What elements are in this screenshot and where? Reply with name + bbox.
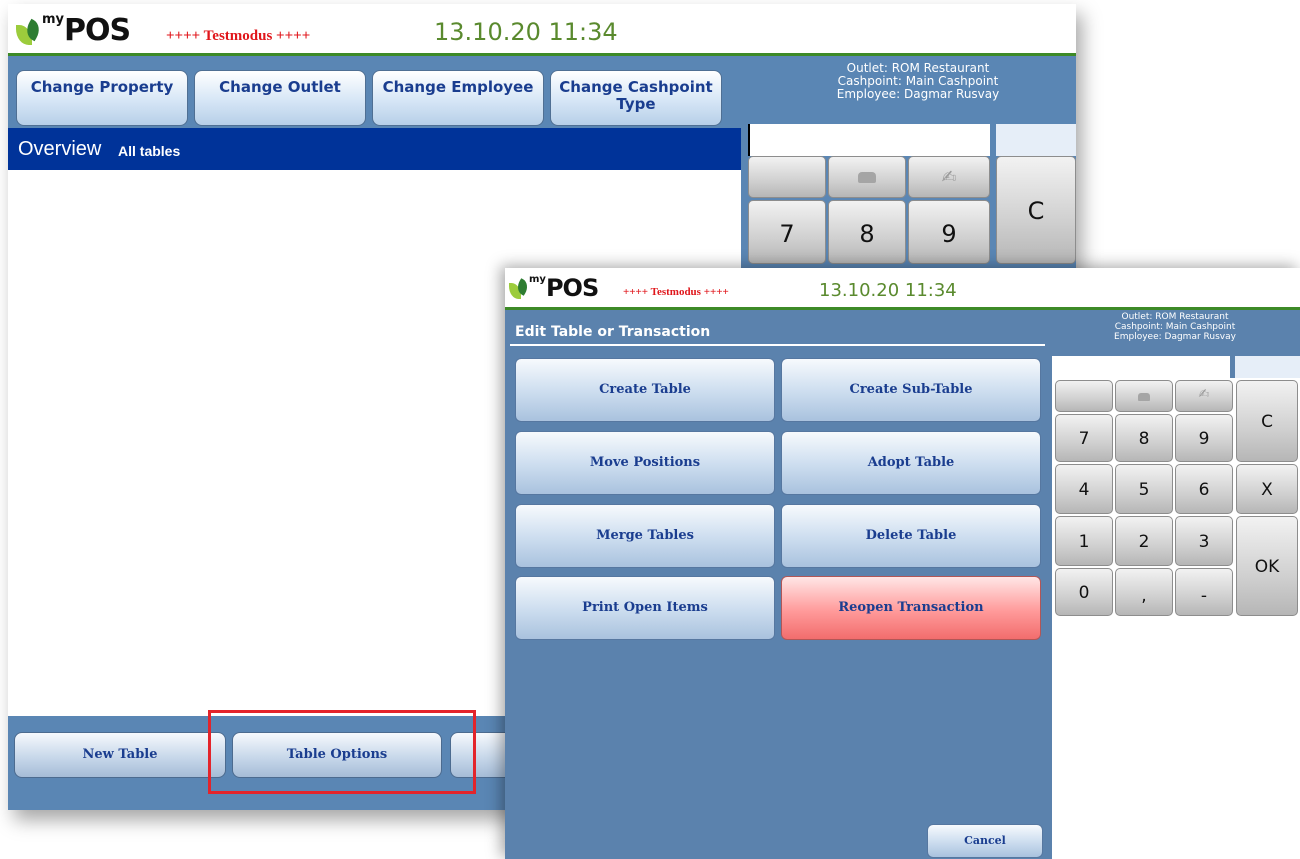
dialog-key-9[interactable]: 9 bbox=[1175, 414, 1233, 462]
logo-name: POS bbox=[64, 13, 131, 48]
move-positions-button[interactable]: Move Positions bbox=[515, 431, 775, 495]
dialog-title: Edit Table or Transaction bbox=[515, 324, 711, 340]
dialog-ok-key[interactable]: OK bbox=[1236, 516, 1298, 616]
header-bar: my POS ++++ Testmodus ++++ 13.10.20 11:3… bbox=[8, 4, 1076, 56]
dialog-outlet-info: Outlet: ROM Restaurant bbox=[1121, 312, 1229, 322]
blank-key[interactable] bbox=[748, 156, 826, 198]
dialog-testmode-label: ++++ Testmodus ++++ bbox=[623, 286, 729, 298]
dialog-key-2[interactable]: 2 bbox=[1115, 516, 1173, 566]
dialog-cancel-key[interactable]: X bbox=[1236, 464, 1298, 514]
cancel-button[interactable]: Cancel bbox=[927, 824, 1043, 858]
dialog-employee-info: Employee: Dagmar Rusvay bbox=[1114, 332, 1236, 342]
guest-key[interactable] bbox=[828, 156, 906, 198]
change-outlet-button[interactable]: Change Outlet bbox=[194, 70, 366, 126]
dialog-logo-prefix: my bbox=[529, 274, 546, 285]
dialog-key-6[interactable]: 6 bbox=[1175, 464, 1233, 514]
dialog-hand-icon: ✍ bbox=[1198, 387, 1210, 402]
person-icon bbox=[858, 172, 876, 183]
dialog-key-8[interactable]: 8 bbox=[1115, 414, 1173, 462]
overview-filter: All tables bbox=[118, 143, 181, 159]
key-7[interactable]: 7 bbox=[748, 200, 826, 264]
dialog-person-icon bbox=[1138, 393, 1150, 401]
screen: my POS ++++ Testmodus ++++ 13.10.20 11:3… bbox=[0, 0, 1300, 859]
dialog-blank-key[interactable] bbox=[1055, 380, 1113, 412]
dialog-keypad-panel: ✍ 7 8 9 4 5 6 1 2 3 0 , - C X OK bbox=[1052, 378, 1300, 859]
dialog-guest-key[interactable] bbox=[1115, 380, 1173, 412]
title-divider bbox=[510, 344, 1045, 346]
dialog-key-0[interactable]: 0 bbox=[1055, 568, 1113, 616]
dialog-session-info: Outlet: ROM Restaurant Cashpoint: Main C… bbox=[1065, 312, 1285, 342]
change-employee-button[interactable]: Change Employee bbox=[372, 70, 544, 126]
dialog-leaf-icon bbox=[509, 277, 531, 301]
key-8[interactable]: 8 bbox=[828, 200, 906, 264]
session-info: Outlet: ROM Restaurant Cashpoint: Main C… bbox=[768, 62, 1068, 101]
dialog-amount-display[interactable] bbox=[1052, 356, 1230, 380]
amount-display[interactable] bbox=[748, 124, 990, 156]
adopt-table-button[interactable]: Adopt Table bbox=[781, 431, 1041, 495]
create-table-button[interactable]: Create Table bbox=[515, 358, 775, 422]
datetime: 13.10.20 11:34 bbox=[434, 18, 618, 46]
dialog-key-comma[interactable]: , bbox=[1115, 568, 1173, 616]
clear-key[interactable]: C bbox=[996, 156, 1076, 264]
dialog-header-bar: my POS ++++ Testmodus ++++ 13.10.20 11:3… bbox=[505, 268, 1300, 310]
change-cashpoint-type-button[interactable]: Change Cashpoint Type bbox=[550, 70, 722, 126]
delete-table-button[interactable]: Delete Table bbox=[781, 504, 1041, 568]
mypos-logo: my POS bbox=[16, 12, 131, 48]
merge-tables-button[interactable]: Merge Tables bbox=[515, 504, 775, 568]
logo-prefix: my bbox=[42, 12, 65, 27]
dialog-key-7[interactable]: 7 bbox=[1055, 414, 1113, 462]
testmode-label: ++++ Testmodus ++++ bbox=[166, 28, 311, 44]
dialog-mypos-logo: my POS bbox=[509, 274, 599, 302]
change-property-button[interactable]: Change Property bbox=[16, 70, 188, 126]
key-9[interactable]: 9 bbox=[908, 200, 990, 264]
highlight-box bbox=[208, 710, 476, 794]
edit-table-dialog: my POS ++++ Testmodus ++++ 13.10.20 11:3… bbox=[505, 268, 1300, 859]
dialog-secondary-display bbox=[1235, 356, 1300, 380]
leaf-icon bbox=[16, 17, 44, 47]
reopen-transaction-button[interactable]: Reopen Transaction bbox=[781, 576, 1041, 640]
dialog-clear-key[interactable]: C bbox=[1236, 380, 1298, 462]
dialog-key-3[interactable]: 3 bbox=[1175, 516, 1233, 566]
dialog-key-1[interactable]: 1 bbox=[1055, 516, 1113, 566]
sign-key[interactable]: ✍ bbox=[908, 156, 990, 198]
dialog-cashpoint-info: Cashpoint: Main Cashpoint bbox=[1114, 322, 1236, 332]
print-open-items-button[interactable]: Print Open Items bbox=[515, 576, 775, 640]
dialog-key-5[interactable]: 5 bbox=[1115, 464, 1173, 514]
dialog-sign-key[interactable]: ✍ bbox=[1175, 380, 1233, 412]
dialog-key-minus[interactable]: - bbox=[1175, 568, 1233, 616]
hand-icon: ✍ bbox=[941, 167, 957, 188]
employee-info: Employee: Dagmar Rusvay bbox=[836, 87, 1000, 101]
create-sub-table-button[interactable]: Create Sub-Table bbox=[781, 358, 1041, 422]
dialog-key-4[interactable]: 4 bbox=[1055, 464, 1113, 514]
dialog-datetime: 13.10.20 11:34 bbox=[819, 280, 957, 301]
overview-bar: Overview All tables bbox=[8, 128, 741, 170]
dialog-logo-name: POS bbox=[545, 274, 599, 302]
new-table-button[interactable]: New Table bbox=[14, 732, 226, 778]
overview-title: Overview bbox=[18, 138, 102, 160]
secondary-display bbox=[996, 124, 1076, 156]
